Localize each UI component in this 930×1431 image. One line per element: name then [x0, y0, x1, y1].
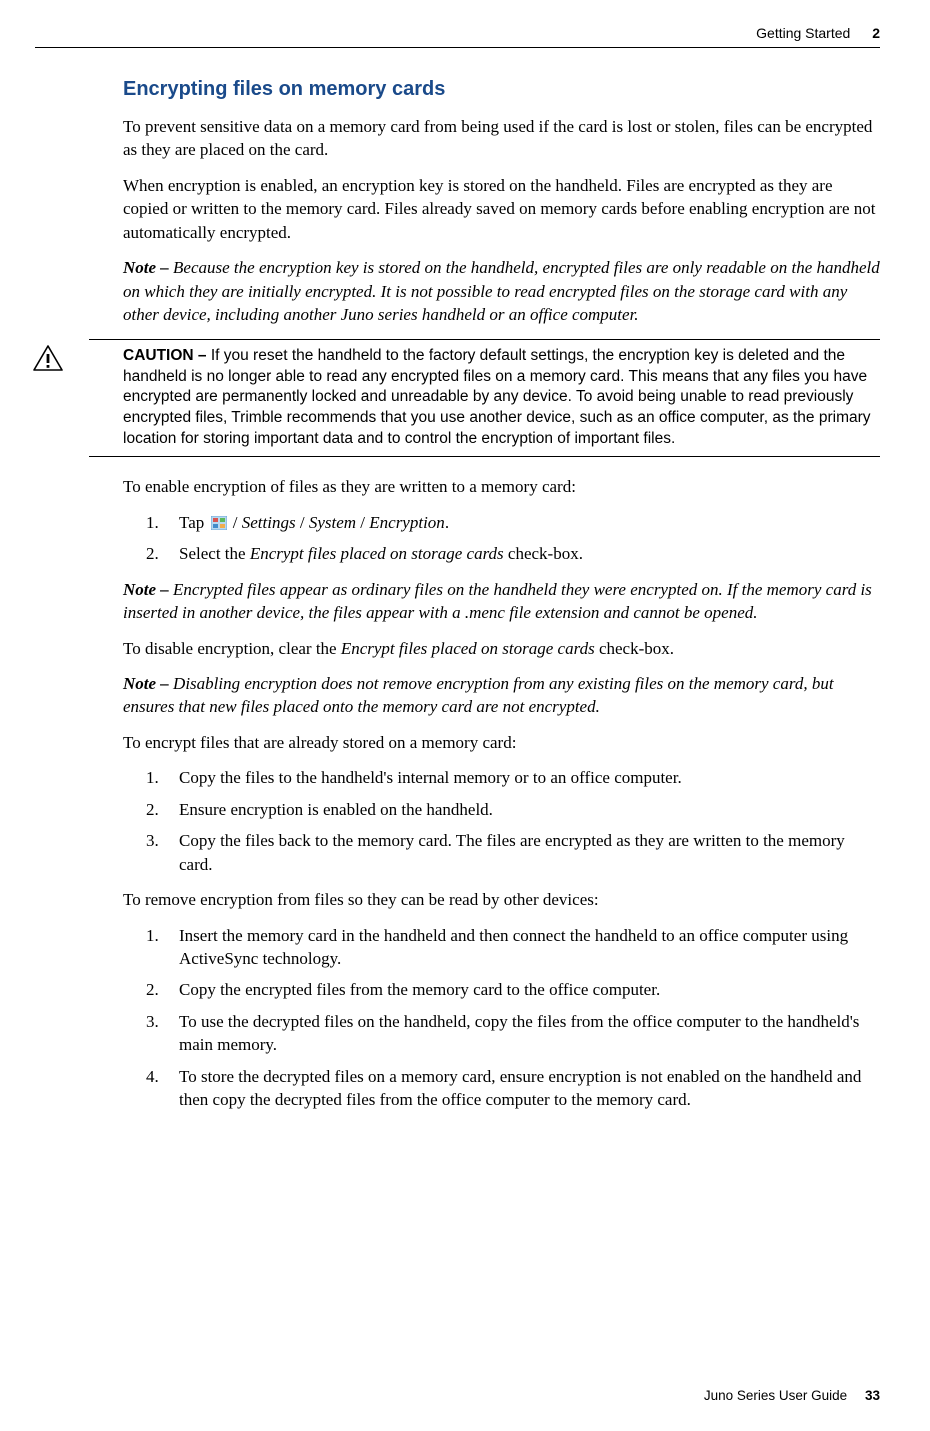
body-paragraph: When encryption is enabled, an encryptio… — [123, 174, 880, 244]
section-heading: Encrypting files on memory cards — [123, 78, 880, 101]
note-text: Because the encryption key is stored on … — [123, 258, 880, 324]
body-paragraph: To remove encryption from files so they … — [123, 888, 880, 911]
body-paragraph: To disable encryption, clear the Encrypt… — [123, 637, 880, 660]
footer-doc-title: Juno Series User Guide — [704, 1388, 847, 1403]
warning-icon — [33, 345, 63, 378]
ordered-list: Tap / Settings / System / Encryption. Se… — [135, 511, 880, 566]
list-item: To use the decrypted files on the handhe… — [163, 1010, 880, 1057]
note-block: Note – Because the encryption key is sto… — [123, 256, 880, 326]
body-paragraph: To encrypt files that are already stored… — [123, 731, 880, 754]
ordered-list: Insert the memory card in the handheld a… — [135, 924, 880, 1112]
list-item: Ensure encryption is enabled on the hand… — [163, 798, 880, 821]
note-label: Note – — [123, 258, 173, 277]
list-item: Insert the memory card in the handheld a… — [163, 924, 880, 971]
caution-text: If you reset the handheld to the factory… — [123, 347, 871, 448]
list-item: Copy the encrypted files from the memory… — [163, 978, 880, 1001]
note-block: Note – Encrypted files appear as ordinar… — [123, 578, 880, 625]
body-paragraph: To prevent sensitive data on a memory ca… — [123, 115, 880, 162]
list-item: Select the Encrypt files placed on stora… — [163, 542, 880, 565]
note-label: Note – — [123, 674, 173, 693]
caution-block: CAUTION – If you reset the handheld to t… — [89, 339, 880, 458]
header-rule — [35, 47, 880, 48]
body-paragraph: To enable encryption of files as they ar… — [123, 475, 880, 498]
ordered-list: Copy the files to the handheld's interna… — [135, 766, 880, 876]
list-item: Tap / Settings / System / Encryption. — [163, 511, 880, 534]
page-footer: Juno Series User Guide 33 — [704, 1388, 880, 1403]
caution-label: CAUTION – — [123, 347, 211, 364]
note-text: Disabling encryption does not remove enc… — [123, 674, 834, 716]
header-chapter-number: 2 — [872, 25, 880, 41]
note-block: Note – Disabling encryption does not rem… — [123, 672, 880, 719]
running-header: Getting Started 2 — [115, 25, 880, 41]
note-text: Encrypted files appear as ordinary files… — [123, 580, 872, 622]
list-item: Copy the files back to the memory card. … — [163, 829, 880, 876]
note-label: Note – — [123, 580, 173, 599]
header-section: Getting Started — [756, 25, 850, 41]
list-item: To store the decrypted files on a memory… — [163, 1065, 880, 1112]
windows-start-icon — [211, 513, 227, 527]
list-item: Copy the files to the handheld's interna… — [163, 766, 880, 789]
page-number: 33 — [865, 1388, 880, 1403]
